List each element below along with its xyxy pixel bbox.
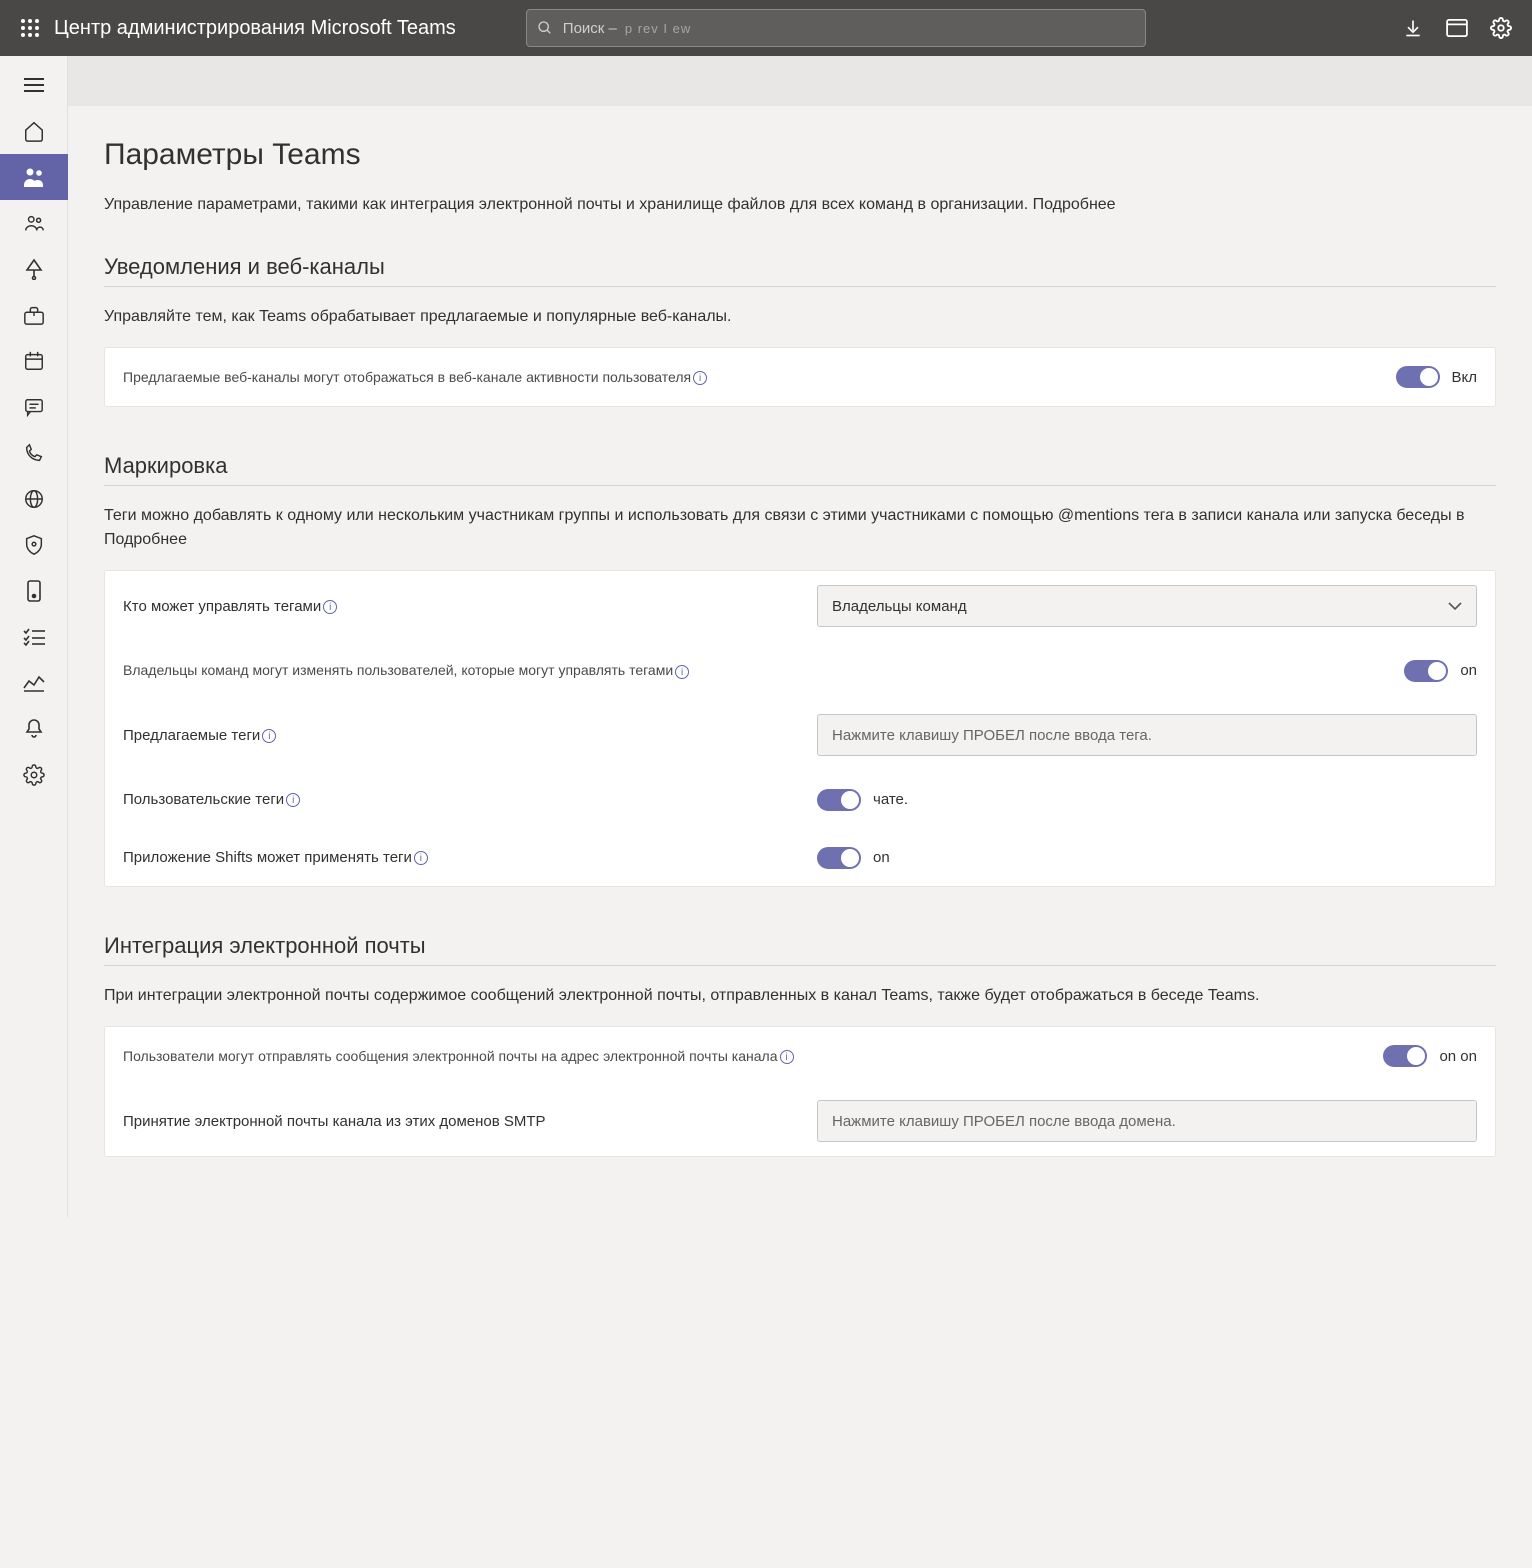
email-card: Пользователи могут отправлять сообщения … (104, 1026, 1496, 1157)
custom-tags-toggle[interactable] (817, 789, 861, 811)
search-input[interactable]: Поиск – p rev I ew (526, 9, 1146, 47)
shifts-tags-label: Приложение Shifts может применять тегиi (123, 849, 817, 866)
users-can-send-label: Пользователи могут отправлять сообщения … (123, 1048, 1383, 1064)
nav-apps[interactable] (0, 292, 68, 338)
page-title: Параметры Teams (104, 138, 1496, 172)
notifications-card: Предлагаемые веб-каналы могут отображать… (104, 347, 1496, 407)
owners-can-change-toggle[interactable] (1404, 660, 1448, 682)
custom-tags-label: Пользовательские тегиi (123, 791, 817, 808)
nav-home[interactable] (0, 108, 68, 154)
section-tagging-subtitle: Теги можно добавлять к одному или нескол… (104, 504, 1496, 552)
nav-menu-toggle[interactable] (0, 62, 68, 108)
nav-reports[interactable] (0, 568, 68, 614)
nav-teams[interactable] (0, 154, 68, 200)
search-hint: p rev I ew (625, 21, 691, 36)
divider (104, 965, 1496, 966)
info-icon[interactable]: i (675, 665, 689, 679)
nav-users[interactable] (0, 200, 68, 246)
nav-policy[interactable] (0, 522, 68, 568)
info-icon[interactable]: i (780, 1050, 794, 1064)
users-can-send-state: on on (1439, 1048, 1477, 1065)
section-tagging-title: Маркировка (104, 453, 1496, 479)
nav-locations[interactable] (0, 476, 68, 522)
learn-more-link[interactable]: Подробнее (1033, 196, 1116, 213)
owners-can-change-state: on (1460, 662, 1477, 679)
search-icon (537, 20, 553, 36)
info-icon[interactable]: i (262, 729, 276, 743)
info-icon[interactable]: i (323, 600, 337, 614)
custom-tags-state: чате. (873, 791, 908, 808)
tagging-learn-more-link[interactable]: Подробнее (104, 531, 187, 548)
nav-checklist[interactable] (0, 614, 68, 660)
chevron-down-icon (1448, 602, 1462, 610)
users-can-send-toggle[interactable] (1383, 1045, 1427, 1067)
side-nav (0, 56, 68, 1217)
nav-meetings[interactable] (0, 338, 68, 384)
section-email-subtitle: При интеграции электронной почты содержи… (104, 984, 1496, 1008)
shifts-tags-state: on (873, 849, 890, 866)
section-notifications-subtitle: Управляйте тем, как Teams обрабатывает п… (104, 305, 1496, 329)
nav-notifications[interactable] (0, 706, 68, 752)
smtp-domains-label: Принятие электронной почты канала из эти… (123, 1113, 817, 1130)
smtp-domains-input[interactable]: Нажмите клавишу ПРОБЕЛ после ввода домен… (817, 1100, 1477, 1142)
info-icon[interactable]: i (693, 371, 707, 385)
divider (104, 286, 1496, 287)
app-launcher-icon[interactable] (10, 8, 50, 48)
who-can-manage-select[interactable]: Владельцы команд (817, 585, 1477, 627)
info-icon[interactable]: i (286, 793, 300, 807)
banner-strip (68, 56, 1532, 106)
section-notifications-title: Уведомления и веб-каналы (104, 254, 1496, 280)
download-icon[interactable] (1402, 17, 1424, 39)
content-area: Параметры Teams Управление параметрами, … (68, 56, 1532, 1217)
divider (104, 485, 1496, 486)
suggested-tags-input[interactable]: Нажмите клавишу ПРОБЕЛ после ввода тега. (817, 714, 1477, 756)
nav-analytics[interactable] (0, 660, 68, 706)
nav-devices[interactable] (0, 246, 68, 292)
nav-messaging[interactable] (0, 384, 68, 430)
page-description: Управление параметрами, такими как интег… (104, 196, 1496, 214)
app-title: Центр администрирования Microsoft Teams (54, 17, 456, 40)
search-label: Поиск – (563, 20, 617, 37)
shifts-tags-toggle[interactable] (817, 847, 861, 869)
nav-voice[interactable] (0, 430, 68, 476)
suggested-feeds-toggle[interactable] (1396, 366, 1440, 388)
who-can-manage-label: Кто может управлять тегамиi (123, 598, 817, 615)
suggested-feeds-label: Предлагаемые веб-каналы могут отображать… (123, 369, 1396, 385)
settings-gear-icon[interactable] (1490, 17, 1512, 39)
owners-can-change-label: Владельцы команд могут изменять пользова… (123, 662, 1404, 678)
panel-icon[interactable] (1446, 17, 1468, 39)
top-bar: Центр администрирования Microsoft Teams … (0, 0, 1532, 56)
suggested-tags-label: Предлагаемые тегиi (123, 727, 817, 744)
nav-settings[interactable] (0, 752, 68, 798)
tagging-card: Кто может управлять тегамиi Владельцы ко… (104, 570, 1496, 887)
section-email-title: Интеграция электронной почты (104, 933, 1496, 959)
info-icon[interactable]: i (414, 851, 428, 865)
suggested-feeds-state: Вкл (1452, 369, 1478, 386)
